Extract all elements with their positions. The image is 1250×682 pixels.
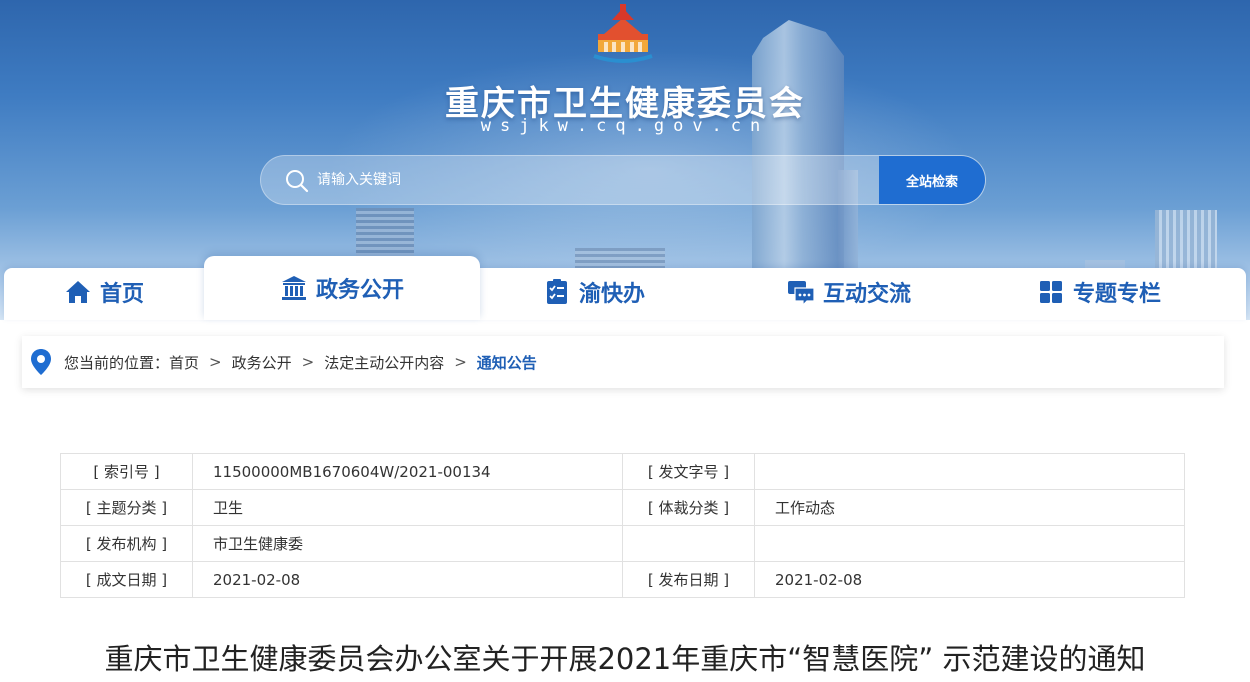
grid-icon [1039,281,1062,303]
info-value: 11500000MB1670604W/2021-00134 [192,453,623,490]
nav-item-government-affairs[interactable]: 政务公开 [204,256,480,320]
home-icon [65,281,90,303]
info-label: [ 成文日期 ] [60,561,193,598]
info-label [622,525,755,562]
info-value: 2021-02-08 [192,561,623,598]
search-icon [286,170,309,193]
nav-item-label: 渝快办 [578,282,645,307]
nav-item-label: 互动交流 [822,282,911,307]
breadcrumb-home[interactable]: 首页 [169,352,199,373]
breadcrumb-prefix: 您当前的位置： [64,353,170,372]
info-label: [ 发文字号 ] [622,453,755,490]
info-label: [ 体裁分类 ] [622,489,755,526]
nav-item-label: 政务公开 [315,278,404,303]
breadcrumb-separator: > [301,353,315,371]
breadcrumb: 您当前的位置： 首页 > 政务公开 > 法定主动公开内容 > 通知公告 [22,336,1224,388]
government-building-icon [281,276,306,300]
article-title: 重庆市卫生健康委员会办公室关于开展2021年重庆市“智慧医院” 示范建设的通知 [104,642,1146,676]
chat-bubble-icon [787,281,815,306]
nav-item-label: 首页 [99,282,144,307]
document-info-table: [ 索引号 ] 11500000MB1670604W/2021-00134 [ … [60,453,1185,598]
nav-item-label: 专题专栏 [1072,282,1161,307]
info-value: 工作动态 [754,489,1185,526]
site-logo-emblem [593,4,653,63]
table-row: [ 索引号 ] 11500000MB1670604W/2021-00134 [ … [60,453,1185,490]
breadcrumb-trail: 您当前的位置： 首页 > 政务公开 > 法定主动公开内容 > 通知公告 [64,336,537,388]
table-row: [ 发布机构 ] 市卫生健康委 [60,525,1185,562]
info-value [754,453,1185,490]
checklist-icon [546,279,567,304]
table-row: [ 成文日期 ] 2021-02-08 [ 发布日期 ] 2021-02-08 [60,561,1185,598]
breadcrumb-statutory-disclosure[interactable]: 法定主动公开内容 [324,352,444,373]
nav-item-interaction[interactable]: 互动交流 [764,264,934,320]
table-row: [ 主题分类 ] 卫生 [ 体裁分类 ] 工作动态 [60,489,1185,526]
site-search-button[interactable]: 全站检索 [879,156,985,204]
nav-item-yukuaiban[interactable]: 渝快办 [524,264,664,320]
info-value: 市卫生健康委 [192,525,623,562]
info-label: [ 主题分类 ] [60,489,193,526]
breadcrumb-government-affairs[interactable]: 政务公开 [232,352,292,373]
nav-item-home[interactable]: 首页 [44,264,164,320]
search-input[interactable] [317,156,877,204]
nav-item-special-topics[interactable]: 专题专栏 [1014,264,1184,320]
breadcrumb-current[interactable]: 通知公告 [477,352,537,373]
info-value [754,525,1185,562]
info-label: [ 发布日期 ] [622,561,755,598]
info-value: 卫生 [192,489,623,526]
breadcrumb-separator: > [209,353,222,371]
main-nav: 首页 政务公开 渝快办 互动交流 专题专栏 [4,256,1246,320]
site-domain: wsjkw.cq.gov.cn [480,116,770,136]
search-bar: 全站检索 [260,155,986,205]
info-value: 2021-02-08 [754,561,1185,598]
info-label: [ 发布机构 ] [60,525,193,562]
breadcrumb-separator: > [454,353,467,371]
location-pin-icon [31,349,51,375]
info-label: [ 索引号 ] [60,453,193,490]
